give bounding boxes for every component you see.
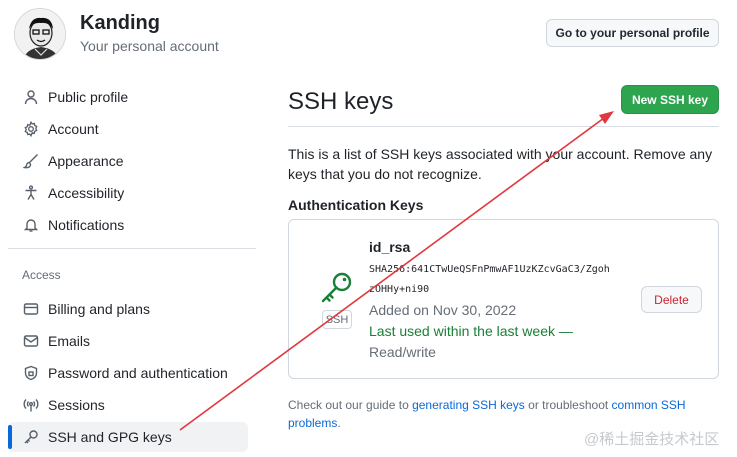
- key-fingerprint: SHA256:641CTwUeQSFnPmwAF1UzKZcvGaC3/Zgoh: [369, 264, 610, 275]
- active-indicator: [8, 425, 12, 449]
- sidebar-section-access: Access: [22, 268, 61, 282]
- sidebar-item-ssh-gpg-keys[interactable]: SSH and GPG keys: [8, 422, 248, 452]
- key-last-used: Last used within the last week —: [369, 323, 573, 339]
- guide-text-middle: or troubleshoot: [524, 398, 612, 412]
- new-ssh-key-button[interactable]: New SSH key: [621, 85, 719, 114]
- sidebar-item-label: Accessibility: [48, 185, 125, 201]
- generating-ssh-keys-link[interactable]: generating SSH keys: [412, 398, 525, 412]
- sidebar-item-label: Billing and plans: [48, 301, 150, 317]
- user-name: Kanding: [80, 12, 160, 34]
- guide-text: Check out our guide to generating SSH ke…: [288, 396, 708, 432]
- sidebar-item-account[interactable]: Account: [8, 114, 248, 144]
- sidebar-item-accessibility[interactable]: Accessibility: [8, 178, 248, 208]
- bell-icon: [22, 216, 40, 234]
- avatar[interactable]: [14, 8, 66, 60]
- sidebar-item-label: Notifications: [48, 217, 125, 233]
- sidebar-item-password-auth[interactable]: Password and authentication: [8, 358, 248, 388]
- sidebar-item-emails[interactable]: Emails: [8, 326, 248, 356]
- go-to-profile-button[interactable]: Go to your personal profile: [546, 19, 719, 47]
- key-type-badge: SSH: [322, 310, 352, 329]
- person-icon: [22, 88, 40, 106]
- key-added-date: Added on Nov 30, 2022: [369, 302, 517, 318]
- sidebar-item-label: SSH and GPG keys: [48, 429, 172, 445]
- key-title: id_rsa: [369, 239, 411, 255]
- sidebar-item-appearance[interactable]: Appearance: [8, 146, 248, 176]
- sidebar-item-label: Appearance: [48, 153, 124, 169]
- sidebar-item-label: Public profile: [48, 89, 129, 105]
- sidebar-item-notifications[interactable]: Notifications: [8, 210, 248, 240]
- intro-text: This is a list of SSH keys associated wi…: [288, 146, 713, 182]
- mail-icon: [22, 332, 40, 350]
- key-icon: [319, 270, 355, 306]
- sidebar-item-label: Password and authentication: [48, 365, 228, 381]
- key-access: Read/write: [369, 344, 436, 360]
- sidebar-item-sessions[interactable]: Sessions: [8, 390, 248, 420]
- key-icon: [22, 428, 40, 446]
- title-divider: [288, 126, 719, 127]
- broadcast-icon: [22, 396, 40, 414]
- credit-card-icon: [22, 300, 40, 318]
- guide-text-before: Check out our guide to: [288, 398, 413, 412]
- guide-text-after: .: [337, 416, 341, 430]
- gear-icon: [22, 120, 40, 138]
- shield-lock-icon: [22, 364, 40, 382]
- section-title: Authentication Keys: [288, 197, 424, 213]
- user-subtitle: Your personal account: [80, 38, 219, 54]
- page-title: SSH keys: [288, 88, 394, 115]
- key-fingerprint-continued: zOHHy+ni90: [369, 284, 430, 295]
- accessibility-icon: [22, 184, 40, 202]
- sidebar-item-public-profile[interactable]: Public profile: [8, 82, 248, 112]
- paintbrush-icon: [22, 152, 40, 170]
- watermark: @稀土掘金技术社区: [584, 431, 720, 448]
- sidebar-item-billing[interactable]: Billing and plans: [8, 294, 248, 324]
- sidebar-item-label: Emails: [48, 333, 91, 349]
- delete-key-button[interactable]: Delete: [641, 286, 702, 313]
- sidebar-item-label: Account: [48, 121, 99, 137]
- sidebar-divider: [8, 248, 256, 249]
- sidebar-item-label: Sessions: [48, 397, 105, 413]
